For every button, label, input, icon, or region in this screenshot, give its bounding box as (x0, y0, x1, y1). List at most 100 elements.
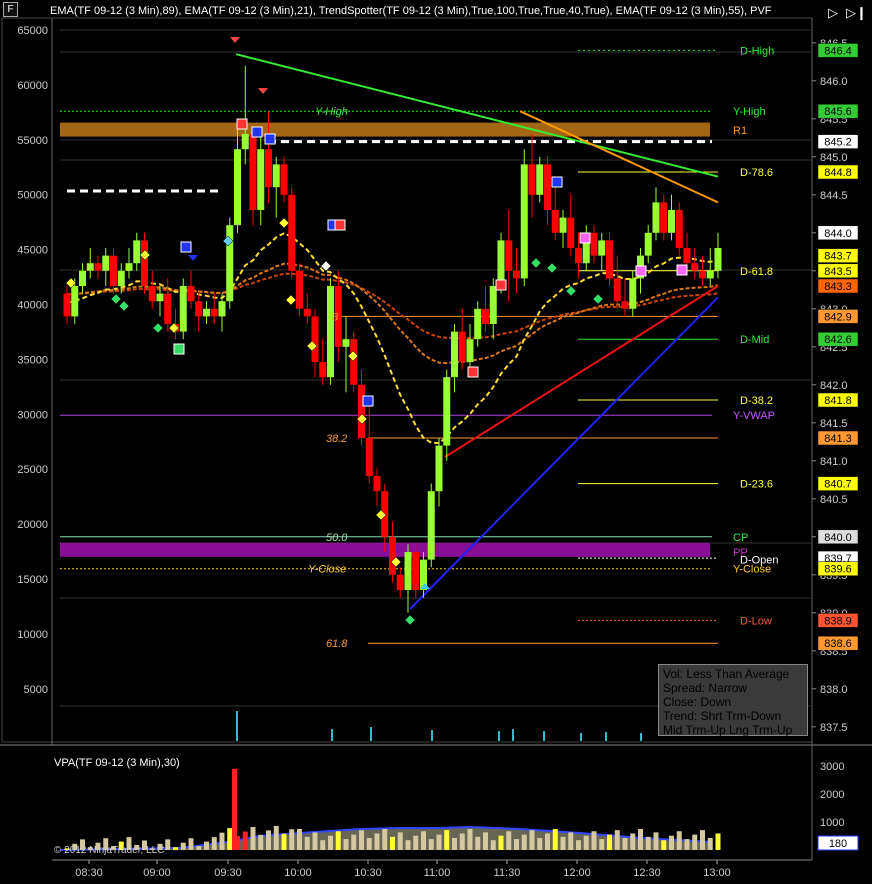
candle-body (590, 232, 598, 256)
candle-body (559, 217, 567, 233)
candle-body (613, 278, 621, 302)
vpa-bar (444, 830, 450, 850)
price-badge-text: 838.9 (824, 615, 852, 627)
candle-body (280, 164, 288, 195)
signal-square (264, 133, 276, 145)
candle-body (396, 574, 404, 590)
volume-spike (331, 729, 333, 741)
fib-label: 38.2 (326, 433, 347, 445)
signal-diamond (592, 293, 604, 305)
candle-body (133, 240, 141, 264)
vpa-axis-tick: 3000 (820, 761, 844, 773)
candle-body (699, 270, 706, 279)
level-label: D-Mid (740, 334, 769, 346)
price-chart[interactable]: 6500060000550005000045000400003500030000… (0, 0, 872, 884)
vpa-bar (227, 828, 233, 850)
candle-body (714, 248, 722, 271)
candle-body (187, 286, 195, 302)
vpa-bar (343, 839, 349, 850)
candle-body (94, 263, 102, 271)
left-axis-tick: 35000 (17, 354, 48, 366)
vpa-bar (180, 842, 186, 850)
level-label: CP (733, 532, 748, 544)
candle-body (443, 377, 451, 446)
candle-body (652, 202, 660, 233)
play-icon[interactable]: ▷ (824, 4, 842, 22)
vpa-bar (320, 840, 326, 850)
price-badge-text: 843.7 (824, 251, 852, 263)
candle-body (125, 263, 133, 271)
vpa-bar (483, 832, 488, 850)
price-badge-text: 840.0 (824, 532, 852, 544)
x-axis-tick: 09:00 (143, 867, 171, 879)
candle-body (71, 286, 79, 317)
candle-body (482, 308, 489, 324)
candle-body (296, 270, 303, 309)
vpa-bar (630, 833, 636, 850)
right-axis-tick: 846.0 (820, 76, 848, 88)
vpa-bar (211, 837, 217, 850)
candle-body (675, 210, 683, 248)
signal-square (635, 265, 647, 277)
fib-label: Y-High (315, 106, 348, 118)
vpa-bar (529, 830, 535, 850)
vpa-bar (266, 830, 271, 850)
candle-body (195, 301, 203, 317)
signal-square (551, 176, 563, 188)
ema-21-line (66, 232, 719, 444)
vpa-bar (583, 835, 589, 850)
x-axis-tick: 09:30 (214, 867, 242, 879)
vpa-bar (568, 832, 574, 850)
candle-body (210, 308, 218, 317)
signal-diamond (278, 217, 290, 229)
signal-square (180, 241, 192, 253)
price-badge-text: 838.6 (824, 638, 852, 650)
x-axis-tick: 08:30 (75, 867, 103, 879)
candle-body (575, 248, 582, 264)
left-axis-tick: 30000 (17, 409, 48, 421)
scroll-end-icon[interactable]: ▷❙ (846, 4, 867, 22)
vpa-bar (219, 832, 225, 850)
signal-diamond (118, 300, 130, 312)
left-axis-tick: 10000 (17, 629, 48, 641)
candle-body (513, 270, 520, 279)
signal-triangle-down (258, 88, 268, 94)
level-label: D-38.2 (740, 395, 773, 407)
vpa-bar (661, 840, 667, 850)
candle-body (520, 164, 528, 279)
signal-square (579, 232, 591, 244)
vpa-bar (188, 838, 194, 850)
level-label: D-Low (740, 615, 772, 627)
level-label: Y-VWAP (733, 410, 775, 422)
right-axis-tick: 838.0 (820, 684, 848, 696)
vpa-bar (297, 829, 302, 850)
vpa-bar (304, 836, 310, 850)
volume-spike (605, 732, 607, 741)
vpa-bar (521, 834, 527, 850)
price-badge-text: 839.6 (824, 564, 852, 576)
price-badge-text: 845.6 (824, 106, 852, 118)
candle-body (621, 301, 629, 309)
vpa-bar (374, 833, 380, 850)
candle-body (691, 263, 699, 271)
signal-square (676, 264, 688, 276)
volume-spike (543, 731, 545, 741)
vpa-bar (428, 839, 434, 850)
candle-body (451, 331, 458, 378)
level-label: D-23.6 (740, 479, 773, 491)
vpa-bar (560, 836, 566, 850)
chart-corner-button[interactable]: F (3, 2, 18, 17)
r1-band (60, 122, 710, 137)
left-axis-tick: 55000 (17, 135, 48, 147)
candle-body (668, 210, 675, 233)
right-axis-tick: 841.0 (820, 456, 848, 468)
vpa-bar (707, 837, 713, 850)
signal-diamond (530, 257, 542, 269)
signal-diamond (152, 322, 164, 334)
copyright-text: © 2012 NinjaTrader, LLC (54, 845, 165, 856)
candle-body (63, 293, 71, 317)
level-label: D-High (740, 45, 774, 57)
candle-body (86, 263, 94, 271)
left-axis-tick: 65000 (17, 25, 48, 37)
vpa-bar (359, 830, 364, 850)
